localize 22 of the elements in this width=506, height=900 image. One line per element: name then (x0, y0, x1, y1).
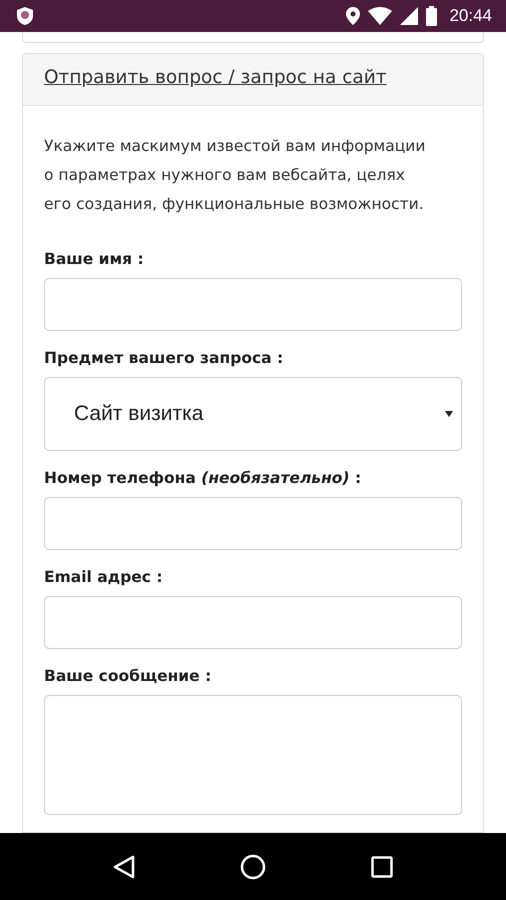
card-title-link[interactable]: Отправить вопрос / запрос на сайт (44, 67, 387, 88)
recents-icon[interactable] (371, 856, 394, 878)
home-icon[interactable] (240, 854, 266, 880)
back-icon[interactable] (112, 854, 135, 878)
caret-icon (445, 411, 453, 417)
input-field[interactable] (44, 278, 462, 331)
dropdown-field[interactable]: Сайт визитка (44, 377, 462, 451)
field-label: Email адрес : (44, 568, 164, 586)
clock-time: 20:44 (449, 6, 492, 26)
input-field[interactable] (44, 497, 462, 550)
intro-text: Укажите маскимум известой вам информации о параметрах нужного вам вебсайта, целях его создания, функциональные возможности. (44, 136, 426, 215)
signal-icon (400, 7, 418, 25)
field-label: Предмет вашего запроса : (44, 349, 284, 367)
wifi-icon (368, 7, 392, 25)
field-label: Номер телефона (необязательно) : (44, 469, 362, 487)
message-field[interactable] (44, 695, 462, 815)
shield-icon (16, 6, 34, 26)
field-label: Ваше имя : (44, 250, 145, 268)
input-field[interactable] (44, 596, 462, 649)
field-label: Ваше сообщение : (44, 667, 212, 685)
battery-icon (426, 6, 438, 26)
location-icon (346, 7, 360, 25)
